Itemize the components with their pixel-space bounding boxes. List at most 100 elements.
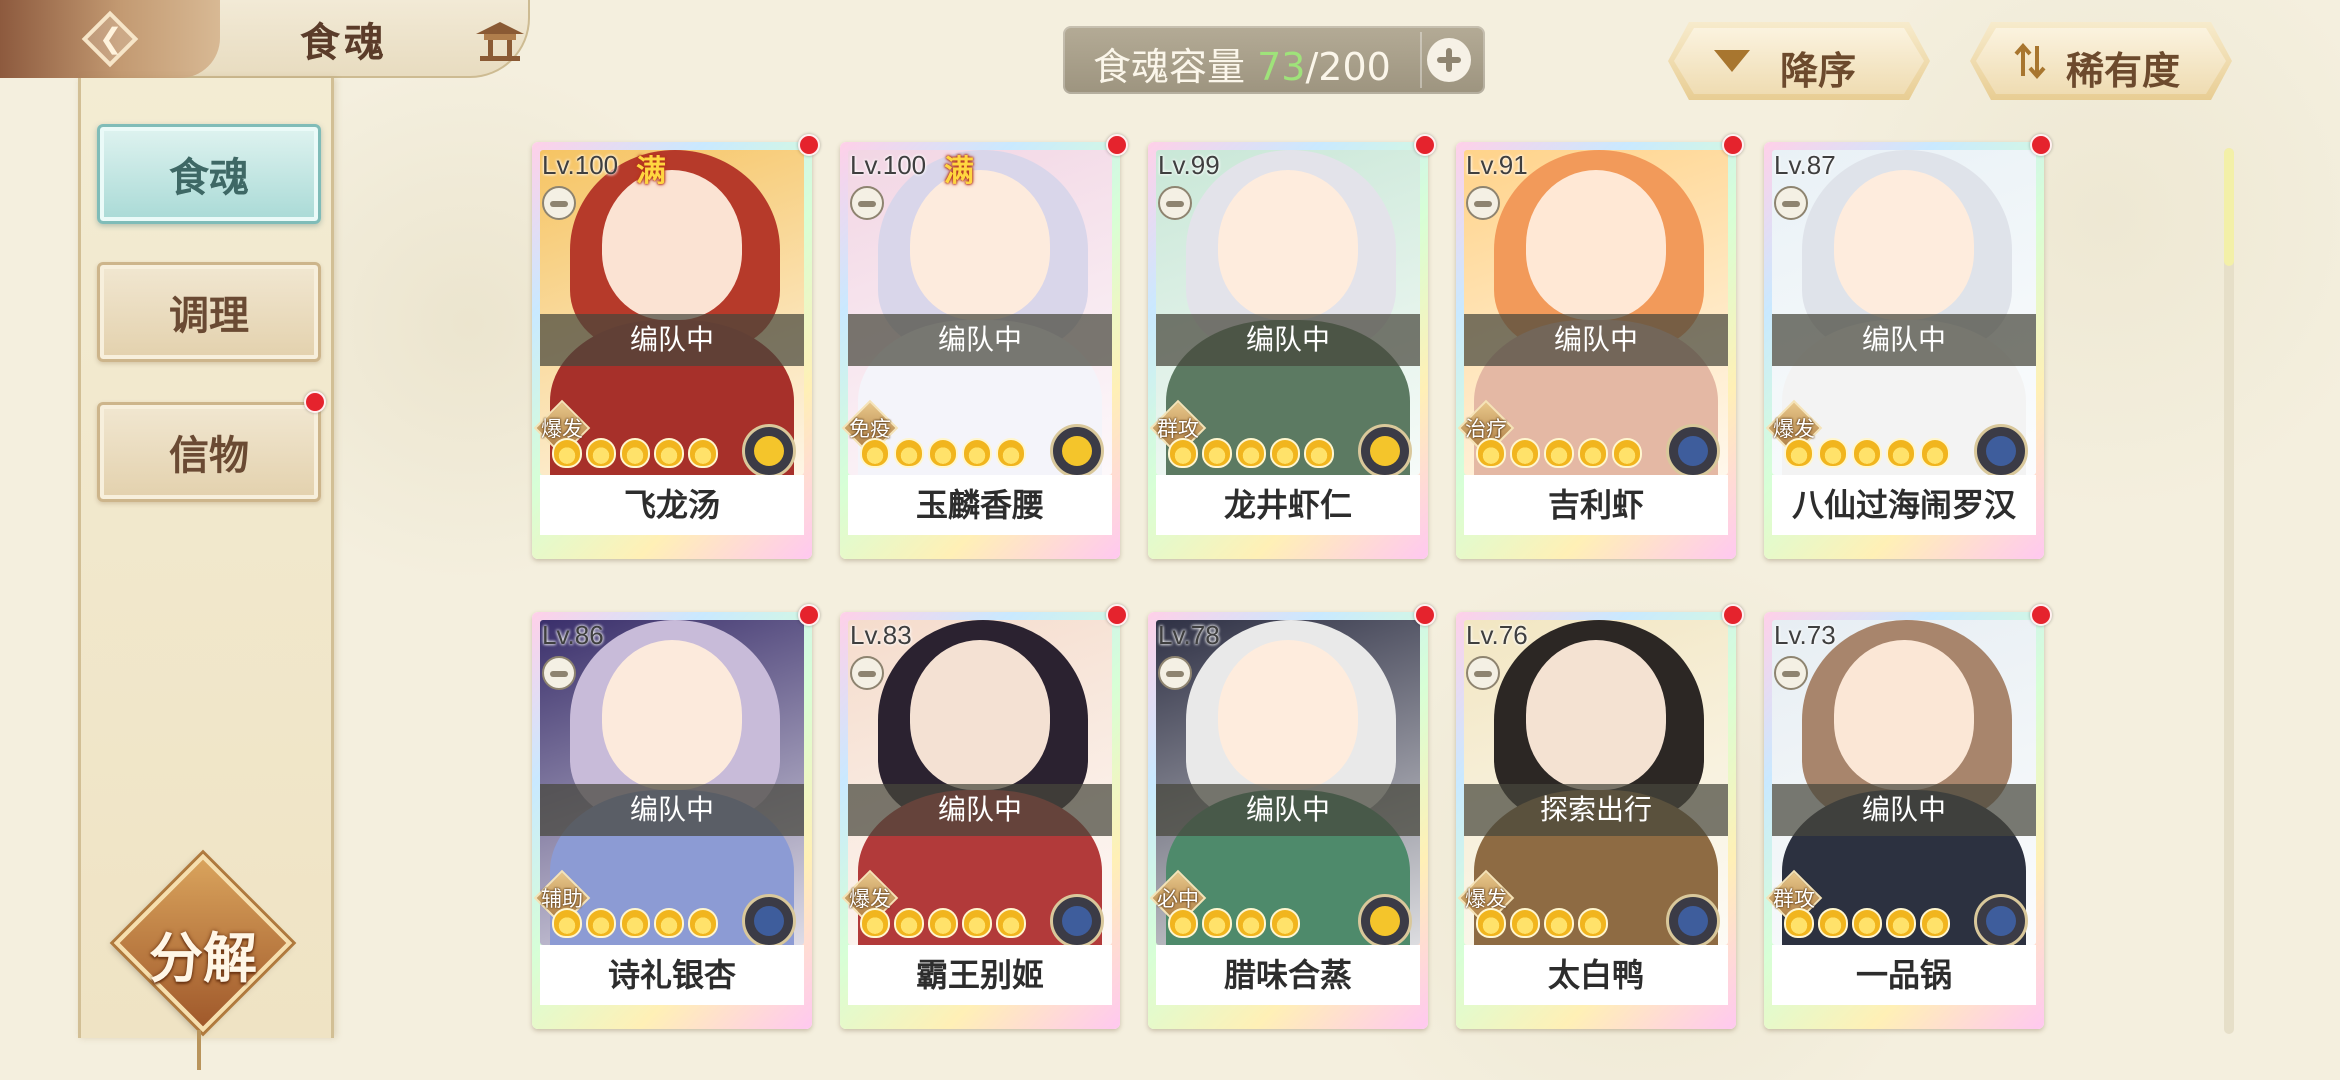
star-icon bbox=[894, 438, 924, 468]
star-icon bbox=[1852, 438, 1882, 468]
decompose-button[interactable]: 分解 bbox=[113, 853, 293, 1033]
food-soul-card[interactable]: Lv.91 编队中 治疗 吉利虾 bbox=[1456, 134, 1744, 559]
star-icon bbox=[996, 438, 1026, 468]
tab-keepsakes[interactable]: 信物 bbox=[97, 391, 326, 502]
bowl-icon bbox=[1158, 656, 1192, 690]
star-icon bbox=[1168, 438, 1198, 468]
food-soul-card[interactable]: Lv.86 编队中 辅助 诗礼银杏 bbox=[532, 604, 820, 1029]
bowl-icon bbox=[1158, 186, 1192, 220]
max-level-badge: 满 bbox=[944, 154, 974, 189]
star-icon bbox=[1818, 908, 1848, 938]
team-status: 编队中 bbox=[848, 314, 1112, 366]
food-soul-card[interactable]: Lv.100 满编队中 免疫 玉麟香腰 bbox=[840, 134, 1128, 559]
star-icon bbox=[1920, 438, 1950, 468]
bowl-icon bbox=[1774, 656, 1808, 690]
sort-order-button[interactable]: 降序 bbox=[1668, 22, 1930, 100]
team-status: 编队中 bbox=[540, 784, 804, 836]
star-icon bbox=[552, 908, 582, 938]
star-icon bbox=[1510, 908, 1540, 938]
element-icon bbox=[742, 894, 796, 948]
star-icon bbox=[1886, 908, 1916, 938]
tab-label: 食魂 bbox=[169, 154, 249, 201]
scrollbar[interactable] bbox=[2224, 148, 2234, 1034]
star-icon bbox=[962, 438, 992, 468]
notification-dot bbox=[798, 604, 820, 626]
star-icon bbox=[928, 438, 958, 468]
star-rating bbox=[1168, 438, 1334, 468]
pavilion-icon[interactable] bbox=[472, 18, 528, 64]
notification-dot bbox=[1106, 134, 1128, 156]
team-status: 编队中 bbox=[848, 784, 1112, 836]
back-button[interactable]: ❮ bbox=[0, 0, 220, 78]
card-level: Lv.76 bbox=[1466, 620, 1528, 650]
card-level: Lv.99 bbox=[1158, 150, 1220, 180]
capacity-current: 73 bbox=[1257, 45, 1306, 89]
bowl-icon bbox=[1466, 656, 1500, 690]
star-icon bbox=[1578, 908, 1608, 938]
notification-dot bbox=[1722, 604, 1744, 626]
team-status: 探索出行 bbox=[1464, 784, 1728, 836]
star-icon bbox=[1784, 908, 1814, 938]
star-rating bbox=[1784, 908, 1950, 938]
card-level: Lv.73 bbox=[1774, 620, 1836, 650]
element-icon bbox=[742, 424, 796, 478]
team-status: 编队中 bbox=[540, 314, 804, 366]
team-status: 编队中 bbox=[1156, 784, 1420, 836]
notification-dot bbox=[798, 134, 820, 156]
notification-dot bbox=[2030, 604, 2052, 626]
food-soul-card[interactable]: Lv.99 编队中 群攻 龙井虾仁 bbox=[1148, 134, 1436, 559]
star-icon bbox=[1168, 908, 1198, 938]
food-soul-card[interactable]: Lv.100 满编队中 爆发 飞龙汤 bbox=[532, 134, 820, 559]
card-level: Lv.87 bbox=[1774, 150, 1836, 180]
bowl-icon bbox=[1774, 186, 1808, 220]
star-icon bbox=[1476, 438, 1506, 468]
star-icon bbox=[894, 908, 924, 938]
star-icon bbox=[654, 438, 684, 468]
team-status: 编队中 bbox=[1772, 314, 2036, 366]
card-name: 八仙过海闹罗汉 bbox=[1772, 475, 2036, 535]
card-name: 飞龙汤 bbox=[540, 475, 804, 535]
tab-conditioning[interactable]: 调理 bbox=[97, 262, 321, 362]
food-soul-card[interactable]: Lv.87 编队中 爆发 八仙过海闹罗汉 bbox=[1764, 134, 2052, 559]
page-title: 食魂 bbox=[300, 19, 388, 66]
star-icon bbox=[1578, 438, 1608, 468]
notification-dot bbox=[1414, 134, 1436, 156]
card-name: 霸王别姬 bbox=[848, 945, 1112, 1005]
star-rating bbox=[860, 908, 1026, 938]
star-icon bbox=[1852, 908, 1882, 938]
star-icon bbox=[552, 438, 582, 468]
star-icon bbox=[1304, 438, 1334, 468]
star-icon bbox=[1544, 438, 1574, 468]
star-icon bbox=[620, 908, 650, 938]
notification-dot bbox=[1722, 134, 1744, 156]
max-level-badge: 满 bbox=[636, 154, 666, 189]
star-icon bbox=[1510, 438, 1540, 468]
tab-label: 调理 bbox=[169, 292, 249, 339]
element-icon bbox=[1050, 424, 1104, 478]
capacity-label: 食魂容量 bbox=[1093, 45, 1246, 89]
star-icon bbox=[1818, 438, 1848, 468]
team-status: 编队中 bbox=[1772, 784, 2036, 836]
star-rating bbox=[552, 438, 718, 468]
card-name: 腊味合蒸 bbox=[1156, 945, 1420, 1005]
star-icon bbox=[1270, 908, 1300, 938]
scrollbar-thumb[interactable] bbox=[2224, 148, 2234, 266]
food-soul-card[interactable]: Lv.73 编队中 群攻 一品锅 bbox=[1764, 604, 2052, 1029]
star-icon bbox=[1236, 438, 1266, 468]
sort-rarity-button[interactable]: 稀有度 bbox=[1970, 22, 2232, 100]
expand-capacity-button[interactable] bbox=[1420, 32, 1476, 88]
tab-food-souls[interactable]: 食魂 bbox=[97, 124, 321, 224]
descending-icon bbox=[1714, 50, 1750, 72]
element-icon bbox=[1974, 894, 2028, 948]
element-icon bbox=[1050, 894, 1104, 948]
star-icon bbox=[688, 438, 718, 468]
sort-rarity-label: 稀有度 bbox=[2066, 48, 2181, 93]
notification-dot bbox=[1414, 604, 1436, 626]
star-icon bbox=[620, 438, 650, 468]
food-soul-card[interactable]: Lv.78 编队中 必中 腊味合蒸 bbox=[1148, 604, 1436, 1029]
food-soul-card[interactable]: Lv.76 探索出行 爆发 太白鸭 bbox=[1456, 604, 1744, 1029]
star-rating bbox=[552, 908, 718, 938]
card-name: 一品锅 bbox=[1772, 945, 2036, 1005]
food-soul-card[interactable]: Lv.83 编队中 爆发 霸王别姬 bbox=[840, 604, 1128, 1029]
bowl-icon bbox=[1466, 186, 1500, 220]
